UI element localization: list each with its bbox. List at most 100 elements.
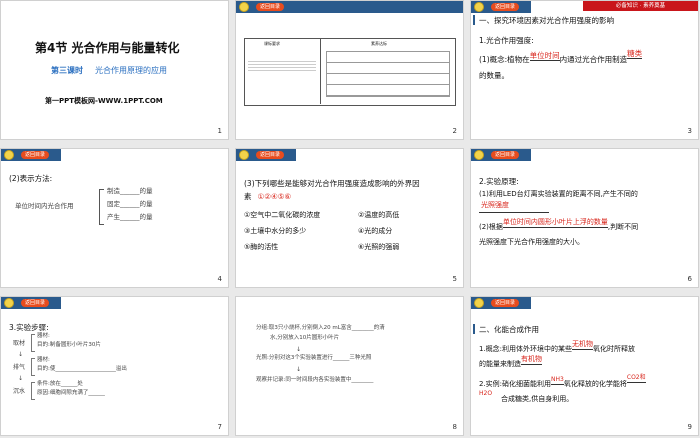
answer-organic: 有机物 [521, 355, 542, 365]
top-bar: 返回目录 [471, 297, 531, 309]
concept-line-1: 1.概念:利用体外环境中的某些无机物氧化时所释放 [479, 340, 636, 354]
page-number: 7 [217, 423, 222, 431]
return-button[interactable]: 返回目录 [256, 3, 284, 11]
example-text-b: 氧化释放的化学能将 [563, 380, 627, 388]
arrow-1: ↓ [296, 346, 302, 353]
slide-4[interactable]: 返回目录 (2)表示方法: 单位时间内光合作用 制造______的量 固定___… [1, 149, 228, 287]
return-button[interactable]: 返回目录 [491, 3, 519, 11]
brace-2 [31, 358, 35, 376]
slide-3[interactable]: 返回目录 必备知识 · 素养奠基 一、探究环境因素对光合作用强度的影响 1.光合… [471, 1, 698, 139]
slide-9[interactable]: 返回目录 二、化能合成作用 1.概念:利用体外环境中的某些无机物氧化时所释放 的… [471, 297, 698, 435]
brace-3 [31, 382, 35, 400]
slide-2[interactable]: 返回目录 课标要求 素养达标 2 [236, 1, 463, 139]
logo-icon [474, 298, 484, 308]
page-number: 9 [687, 423, 692, 431]
concept-line-2: 的能量来制造有机物 [479, 355, 542, 369]
example-line-2: 合成糖类,供自身利用。 [501, 395, 574, 403]
answer-co2: CO2和 [626, 374, 646, 383]
return-button[interactable]: 返回目录 [256, 151, 284, 159]
method-option-1: 制造______的量 [107, 187, 153, 195]
table-text-placeholder [248, 59, 316, 73]
example-text-a: 2.实例:硝化细菌能利用 [479, 380, 552, 388]
answer-h2o: H2O [479, 390, 493, 397]
section-heading: 一、探究环境因素对光合作用强度的影响 [479, 16, 614, 25]
answer-light-intensity: 光照强度 [481, 201, 509, 209]
principle-line-4: 光照强度下光合作用强度的大小。 [479, 238, 584, 246]
brace [99, 189, 104, 225]
logo-icon [474, 150, 484, 160]
principle-text-a: (2)根据 [479, 223, 503, 231]
subheading: 1.光合作用强度: [479, 36, 534, 45]
page-number: 6 [687, 275, 692, 283]
group-line-2: 水,分别放入10片圆形小叶片 [270, 335, 340, 341]
return-button[interactable]: 返回目录 [491, 299, 519, 307]
page-number: 3 [687, 127, 692, 135]
option-5: ⑤酶的活性 [244, 243, 279, 251]
answer-unit-time: 单位时间 [529, 51, 560, 61]
step-detail-5: 条件:放在______处 [37, 381, 83, 387]
top-bar: 返回目录 [236, 149, 296, 161]
page-number: 8 [452, 423, 457, 431]
step-take-material: 取材 [13, 340, 26, 347]
observe-line: 观察并记录:同一时间段内各实验装置中________ [256, 377, 374, 383]
logo-icon [239, 150, 249, 160]
arrow-1: ↓ [18, 351, 24, 358]
slide-8[interactable]: 分组:取3只小烧杯,分别倒入20 mL富含________的清 水,分别放入10… [236, 297, 463, 435]
concept-text-a: (1)概念:植物在 [479, 55, 530, 64]
example-line: 2.实例:硝化细菌能利用NH3氧化释放的化学能将CO2和 [479, 374, 646, 389]
heading-marker [473, 324, 475, 334]
option-6: ⑥光照的强弱 [358, 243, 400, 251]
lesson-label: 第三课时 [51, 66, 83, 75]
logo-icon [474, 2, 484, 12]
concept-text-b: 氧化时所释放 [593, 345, 636, 353]
question-tail: 素 [244, 192, 252, 201]
step-detail-2: 目的:制备圆形小叶片30片 [37, 342, 101, 348]
step-detail-3: 器材: [37, 357, 50, 363]
return-button[interactable]: 返回目录 [21, 299, 49, 307]
lesson-subtitle: 光合作用原理的应用 [95, 66, 167, 75]
concept-line: (1)概念:植物在单位时间内通过光合作用制造糖类 [479, 49, 643, 64]
step-sink: 沉水 [13, 388, 26, 395]
logo-icon [239, 2, 249, 12]
principle-line-3: (2)根据单位时间内圆形小叶片上浮的数量,判断不同 [479, 218, 639, 232]
principle-text-b: ,判断不同 [607, 223, 639, 231]
section-ribbon: 必备知识 · 素养奠基 [583, 1, 698, 11]
concept-text-b: 内通过光合作用制造 [559, 55, 628, 64]
logo-icon [4, 298, 14, 308]
answer-floating-discs: 单位时间内圆形小叶片上浮的数量 [502, 218, 608, 228]
page-number: 5 [452, 275, 457, 283]
step-detail-6: 原因:细胞间隙充满了______ [37, 390, 105, 396]
light-line: 光照:分别对这3个实验装置进行______三种光照 [256, 355, 372, 361]
option-4: ④光的成分 [358, 227, 393, 235]
answer-sugars: 糖类 [627, 49, 643, 59]
answer-factors: ①②④⑤⑥ [257, 192, 292, 201]
return-button[interactable]: 返回目录 [21, 151, 49, 159]
concept-text-c: 的能量来制造 [479, 360, 521, 368]
slide-7[interactable]: 返回目录 3.实验步骤: 取材 排气 沉水 ↓ ↓ 器材: 目的:制备圆形小叶片… [1, 297, 228, 435]
table-divider [320, 38, 321, 104]
slide-1[interactable]: 第4节 光合作用与能量转化 第三课时 光合作用原理的应用 第一PPT模板网-WW… [1, 1, 228, 139]
slide-6[interactable]: 返回目录 2.实验原理: (1)利用LED台灯离实验装置的距离不同,产生不同的 … [471, 149, 698, 287]
answer-nh3: NH3 [551, 376, 564, 385]
top-bar: 返回目录 [236, 1, 463, 13]
step-detail-1: 器材: [37, 333, 50, 339]
top-bar: 返回目录 [1, 149, 61, 161]
table-grid [326, 51, 450, 97]
blank-line [479, 212, 549, 213]
subheading: 2.实验原理: [479, 177, 519, 186]
question-line-2: 素 ①②④⑤⑥ [244, 192, 291, 201]
slide-5[interactable]: 返回目录 (3)下列哪些是能够对光合作用强度造成影响的外界因 素 ①②④⑤⑥ ①空… [236, 149, 463, 287]
method-label: 单位时间内光合作用 [15, 202, 74, 210]
table-header-literacy: 素养达标 [371, 41, 387, 46]
top-bar: 返回目录 [471, 149, 531, 161]
page-number: 2 [452, 127, 457, 135]
arrow-2: ↓ [296, 366, 302, 373]
return-button[interactable]: 返回目录 [491, 151, 519, 159]
principle-line-1: (1)利用LED台灯离实验装置的距离不同,产生不同的 [479, 190, 638, 198]
option-1: ①空气中二氧化碳的浓度 [244, 211, 321, 219]
question-line-1: (3)下列哪些是能够对光合作用强度造成影响的外界因 [244, 179, 420, 188]
step-detail-4: 目的:使______________________溢出 [37, 366, 127, 372]
top-bar: 返回目录 [1, 297, 61, 309]
group-line-1: 分组:取3只小烧杯,分别倒入20 mL富含________的清 [256, 325, 385, 331]
option-3: ③土壤中水分的多少 [244, 227, 307, 235]
